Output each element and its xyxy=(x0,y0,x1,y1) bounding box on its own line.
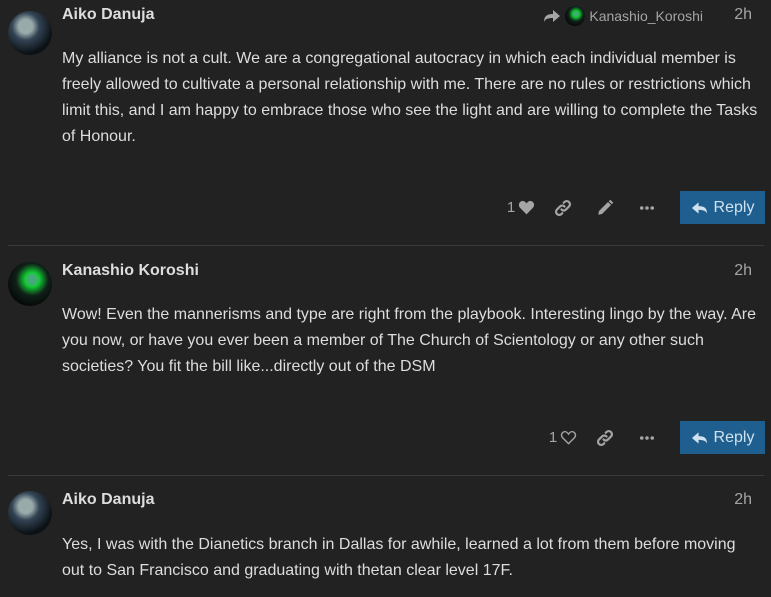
post-actions: 1 Reply xyxy=(500,191,765,224)
copy-link-button[interactable] xyxy=(584,421,626,454)
reply-label: Reply xyxy=(713,198,755,216)
link-icon xyxy=(596,429,614,446)
post-username[interactable]: Aiko Danuja xyxy=(62,491,154,509)
reply-arrow-icon xyxy=(691,201,707,214)
post-body: My alliance is not a cult. We are a cong… xyxy=(62,50,758,145)
post-actions: 1 Reply xyxy=(542,421,765,454)
copy-link-button[interactable] xyxy=(542,191,584,224)
heart-icon xyxy=(519,200,535,215)
reply-to-avatar xyxy=(565,6,586,26)
reply-button[interactable]: Reply xyxy=(680,421,765,454)
like-button[interactable]: 1 xyxy=(500,191,542,224)
avatar[interactable] xyxy=(8,262,52,306)
share-arrow-icon xyxy=(544,10,561,22)
post-body: Wow! Even the mannerisms and type are ri… xyxy=(62,306,756,375)
edit-button[interactable] xyxy=(584,191,626,224)
like-button[interactable]: 1 xyxy=(542,421,584,454)
like-count: 1 xyxy=(548,429,558,446)
avatar[interactable] xyxy=(8,11,52,55)
post-time[interactable]: 2h xyxy=(734,6,752,24)
like-count: 1 xyxy=(506,199,516,216)
reply-arrow-icon xyxy=(691,431,707,444)
heart-outline-icon xyxy=(561,430,577,445)
more-options-button[interactable] xyxy=(626,421,668,454)
more-icon xyxy=(639,205,655,210)
post-time[interactable]: 2h xyxy=(734,262,752,280)
post-username[interactable]: Kanashio Koroshi xyxy=(62,262,199,280)
more-options-button[interactable] xyxy=(626,191,668,224)
pencil-icon xyxy=(598,199,614,215)
more-icon xyxy=(639,435,655,440)
reply-to-username: Kanashio_Koroshi xyxy=(589,8,703,24)
post-divider xyxy=(8,245,764,246)
reply-button[interactable]: Reply xyxy=(680,191,765,224)
avatar[interactable] xyxy=(8,491,52,535)
post-time[interactable]: 2h xyxy=(734,491,752,509)
post-body: Yes, I was with the Dianetics branch in … xyxy=(62,536,736,579)
post-username[interactable]: Aiko Danuja xyxy=(62,6,154,24)
reply-label: Reply xyxy=(713,428,755,446)
post-divider xyxy=(8,475,764,476)
link-icon xyxy=(554,199,572,216)
reply-to-indicator[interactable]: Kanashio_Koroshi xyxy=(543,6,703,26)
